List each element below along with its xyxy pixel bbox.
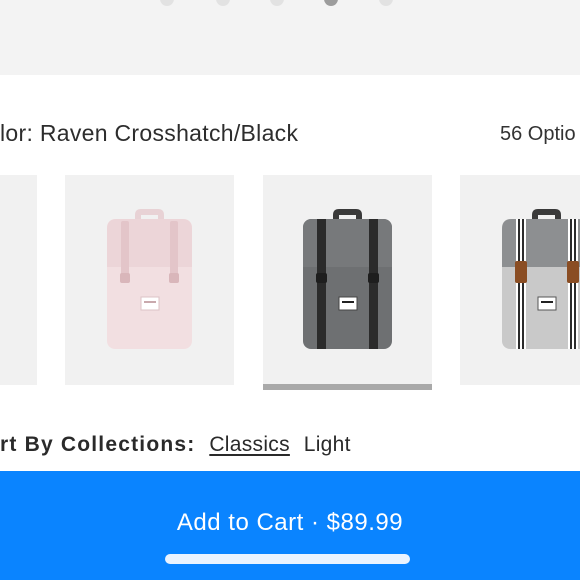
add-to-cart-button[interactable]: Add to Cart · $89.99	[0, 509, 580, 537]
backpack-raven-image	[303, 209, 392, 349]
page-dot-5[interactable]	[379, 0, 393, 6]
backpack-pink-image	[107, 209, 192, 349]
swatch-pink[interactable]	[65, 175, 234, 385]
add-to-cart-bar: Add to Cart · $89.99	[0, 471, 580, 580]
swatch-grey-stripe[interactable]	[460, 175, 580, 385]
page-dot-4[interactable]	[324, 0, 338, 6]
selected-color-label: lor: Raven Crosshatch/Black	[0, 120, 299, 146]
options-count[interactable]: 56 Optio	[500, 123, 580, 146]
page-dot-1[interactable]	[160, 0, 174, 6]
collections-row: rt By Collections: Classics Light	[0, 433, 351, 457]
product-gallery[interactable]	[0, 0, 580, 75]
collection-classics[interactable]: Classics	[209, 433, 290, 456]
backpack-grey-stripe-image	[502, 209, 580, 349]
page-dot-2[interactable]	[216, 0, 230, 6]
page-dot-3[interactable]	[270, 0, 284, 6]
collections-label: rt By Collections:	[0, 433, 196, 456]
gallery-pager	[0, 0, 580, 6]
swatch-partial-left[interactable]	[0, 175, 37, 385]
swatch-raven-crosshatch-black[interactable]	[263, 175, 432, 390]
home-indicator[interactable]	[165, 554, 410, 564]
selected-swatch-indicator	[263, 384, 432, 390]
collection-light[interactable]: Light	[304, 433, 351, 456]
